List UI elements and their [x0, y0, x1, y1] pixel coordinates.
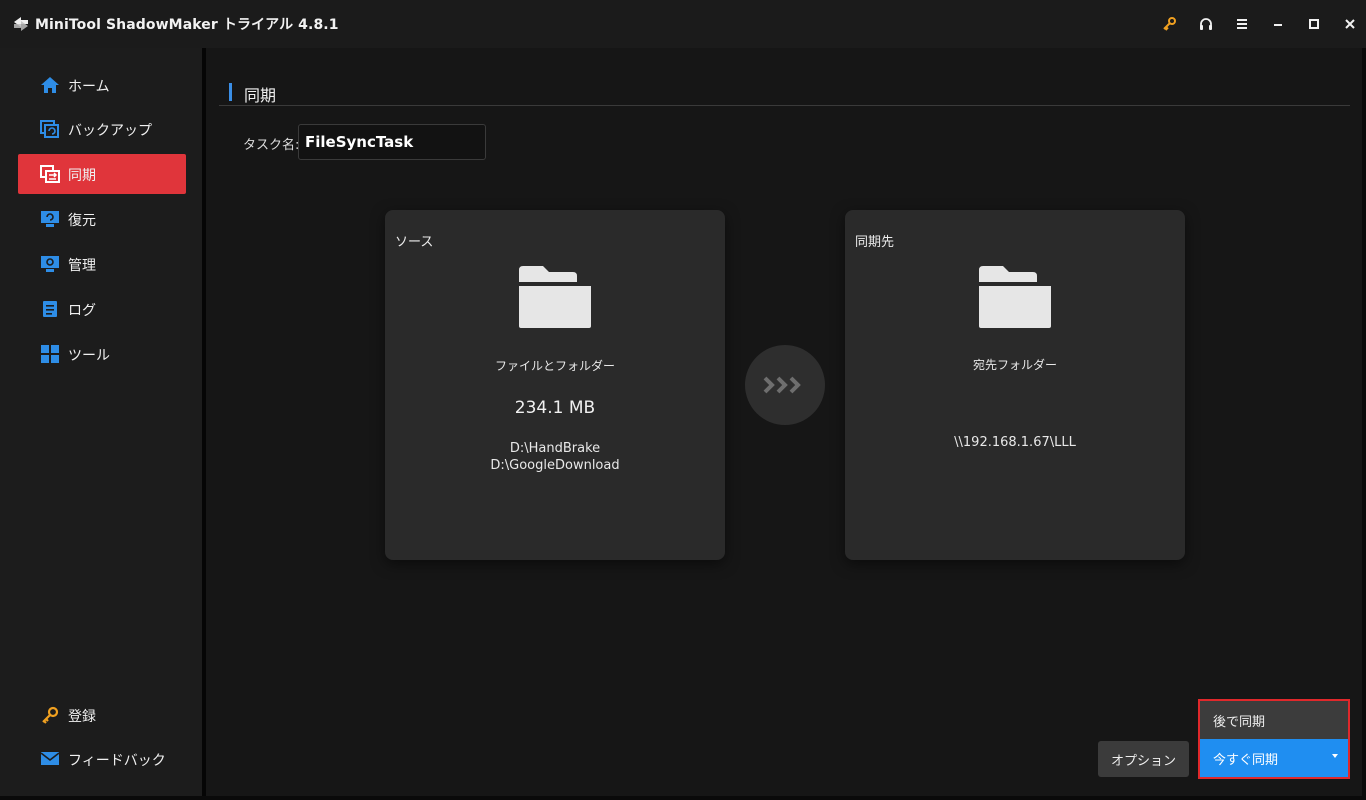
sidebar-item-feedback[interactable]: フィードバック — [18, 739, 186, 779]
task-name-label: タスク名: — [243, 138, 300, 153]
window-edge — [1362, 48, 1366, 798]
sync-now-label: 今すぐ同期 — [1213, 752, 1279, 768]
home-icon — [41, 77, 59, 93]
window-edge — [0, 796, 1366, 800]
destination-card[interactable]: 同期先 宛先フォルダー \\192.168.1.67\LLL — [845, 210, 1185, 560]
sidebar-item-sync[interactable]: 同期 — [18, 154, 186, 194]
sidebar-item-label: 復元 — [68, 213, 96, 229]
main-panel: 同期 タスク名: ソース ファイルとフォルダー 234.1 MB D:\Hand… — [206, 48, 1362, 798]
task-name-input[interactable] — [298, 124, 486, 160]
close-icon[interactable] — [1338, 12, 1362, 36]
options-button[interactable]: オプション — [1098, 741, 1189, 777]
sidebar-item-label: ツール — [68, 348, 110, 364]
title-accent-bar — [229, 83, 232, 101]
headset-icon[interactable] — [1194, 12, 1218, 36]
sync-dropdown-highlight: 後で同期 今すぐ同期 — [1198, 699, 1350, 779]
sidebar-item-label: ログ — [68, 303, 96, 319]
destination-card-subtitle: 宛先フォルダー — [972, 358, 1057, 372]
folder-icon — [979, 266, 1051, 328]
manage-icon — [41, 256, 59, 272]
folder-icon — [519, 266, 591, 328]
sidebar-item-label: 同期 — [68, 168, 96, 184]
source-card[interactable]: ソース ファイルとフォルダー 234.1 MB D:\HandBrake D:\… — [385, 210, 725, 560]
window-title: MiniTool ShadowMaker トライアル 4.8.1 — [35, 17, 339, 33]
key-icon — [42, 706, 59, 724]
title-bar: MiniTool ShadowMaker トライアル 4.8.1 — [0, 0, 1366, 48]
sidebar-item-label: 管理 — [68, 258, 96, 274]
sync-direction-arrow-icon — [745, 345, 825, 425]
log-icon — [43, 301, 57, 317]
restore-icon — [41, 211, 59, 227]
backup-icon — [40, 120, 59, 138]
mail-icon — [40, 752, 60, 765]
tools-icon — [41, 345, 59, 363]
key-icon[interactable] — [1157, 12, 1181, 36]
source-card-title: ソース — [395, 235, 434, 250]
source-path: D:\HandBrake — [509, 441, 601, 456]
sync-now-button[interactable]: 今すぐ同期 — [1200, 739, 1348, 777]
sync-later-button[interactable]: 後で同期 — [1200, 701, 1348, 739]
sidebar-item-tools[interactable]: ツール — [18, 334, 186, 374]
source-card-subtitle: ファイルとフォルダー — [494, 359, 615, 373]
sync-icon — [40, 165, 60, 183]
page-title-text: 同期 — [244, 86, 277, 105]
sidebar-item-label: フィードバック — [68, 753, 166, 769]
destination-path: \\192.168.1.67\LLL — [954, 435, 1076, 450]
sidebar-item-label: 登録 — [68, 709, 96, 725]
menu-icon[interactable] — [1230, 12, 1254, 36]
sidebar: ホーム バックアップ 同期 復元 管理 ログ ツール 登録 フィードバック — [0, 48, 202, 798]
sidebar-item-label: バックアップ — [68, 123, 152, 139]
sidebar-item-manage[interactable]: 管理 — [18, 244, 186, 284]
title-divider — [219, 105, 1350, 106]
sidebar-item-backup[interactable]: バックアップ — [18, 109, 186, 149]
destination-card-title: 同期先 — [855, 235, 895, 250]
minimize-icon[interactable] — [1266, 12, 1290, 36]
source-path: D:\GoogleDownload — [490, 458, 620, 473]
sidebar-item-log[interactable]: ログ — [18, 289, 186, 329]
sidebar-item-home[interactable]: ホーム — [18, 65, 186, 105]
app-logo-icon — [14, 17, 28, 31]
sidebar-item-register[interactable]: 登録 — [18, 695, 186, 735]
source-size: 234.1 MB — [514, 398, 596, 418]
sidebar-item-label: ホーム — [68, 79, 110, 95]
sidebar-item-restore[interactable]: 復元 — [18, 199, 186, 239]
maximize-icon[interactable] — [1302, 12, 1326, 36]
caret-down-icon[interactable] — [1332, 754, 1338, 758]
